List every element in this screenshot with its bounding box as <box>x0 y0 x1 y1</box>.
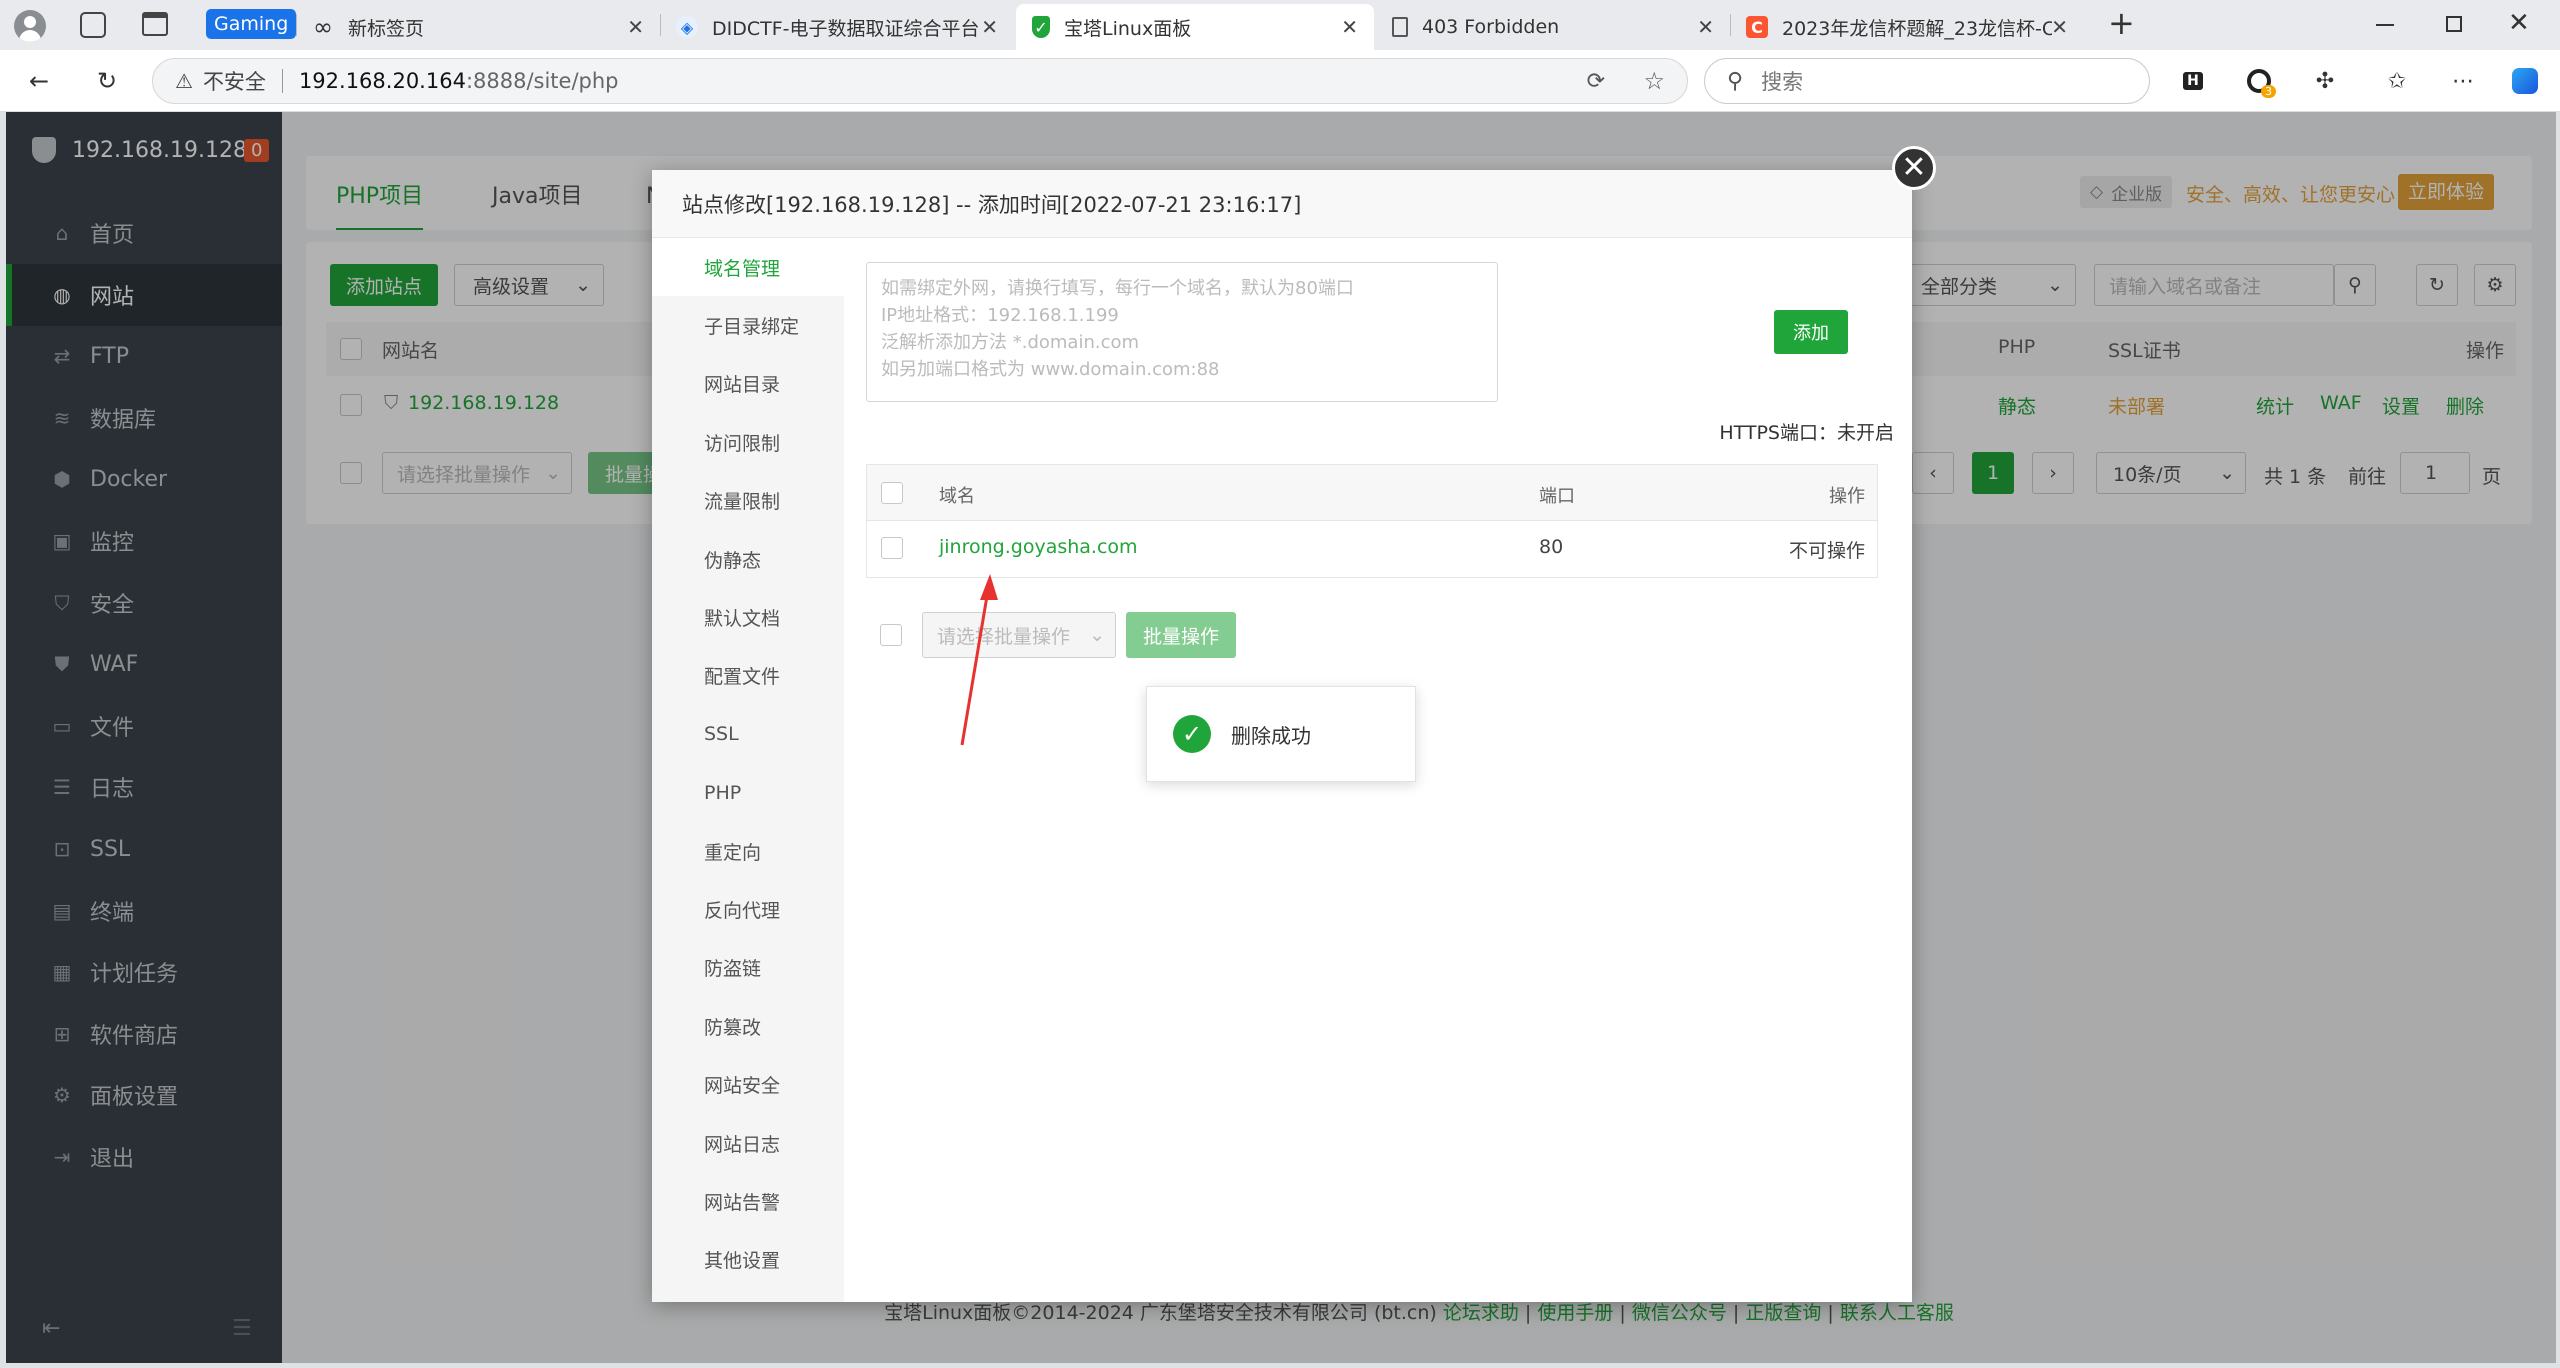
success-toast: ✓ 删除成功 <box>1146 686 1416 782</box>
restore-button[interactable] <box>2446 16 2462 32</box>
dialog-title: 站点修改[192.168.19.128] -- 添加时间[2022-07-21 … <box>652 170 1912 238</box>
security-label: 不安全 <box>202 70 266 94</box>
domain-table: 域名 端口 操作 jinrong.goyasha.com 80 不可操作 <box>866 464 1878 578</box>
dialog-menu-item-16[interactable]: 网站告警 <box>652 1172 844 1230</box>
col-port: 端口 <box>1539 486 1575 507</box>
batch-checkbox[interactable] <box>880 624 902 646</box>
url-host: 192.168.20.164 <box>298 69 466 93</box>
dialog-menu-item-14[interactable]: 网站安全 <box>652 1056 844 1114</box>
read-aloud-icon[interactable]: ⟳ <box>1587 69 1605 94</box>
check-circle-icon: ✓ <box>1173 715 1211 753</box>
address-bar-row: ← ↻ ⚠ 不安全 192.168.20.164 :8888/site/php … <box>0 50 2560 112</box>
url-path: :8888/site/php <box>465 69 619 93</box>
bt-panel-page: 192.168.19.128 0 ⌂ 首页 ◍ 网站 ⇄ FTP ≋ 数据库 ⬢ Docker ▣ 监… <box>6 112 2556 1363</box>
port-value: 80 <box>1539 536 1564 558</box>
dialog-menu-item-8[interactable]: SSL <box>652 705 844 763</box>
workspaces-icon[interactable] <box>80 12 106 38</box>
select-all-checkbox[interactable] <box>881 482 903 504</box>
more-icon[interactable]: ⋯ <box>2446 64 2480 98</box>
copilot-icon[interactable] <box>2508 64 2542 98</box>
search-placeholder: 搜索 <box>1761 70 1804 94</box>
dialog-menu-item-2[interactable]: 网站目录 <box>652 355 844 413</box>
minimize-button[interactable] <box>2376 24 2394 26</box>
h-extension-icon[interactable]: H <box>2176 64 2210 98</box>
dialog-menu-item-4[interactable]: 流量限制 <box>652 472 844 530</box>
search-field[interactable]: ⚲ 搜索 <box>1704 58 2150 104</box>
tab-csdn[interactable]: C 2023年龙信杯题解_23龙信杯-CSD ✕ <box>1730 4 2084 50</box>
tab-title: 2023年龙信杯题解_23龙信杯-CSD <box>1782 17 2052 40</box>
window-close-button[interactable]: ✕ <box>2508 8 2530 38</box>
tab-403[interactable]: 403 Forbidden ✕ <box>1376 4 1730 50</box>
domain-textarea[interactable]: 如需绑定外网，请换行填写，每行一个域名，默认为80端口 IP地址格式：192.1… <box>866 262 1498 402</box>
tab-didctf[interactable]: ◈ DIDCTF-电子数据取证综合平台 ✕ <box>660 4 1014 50</box>
csdn-icon: C <box>1746 16 1768 38</box>
tab-actions-icon[interactable] <box>142 12 168 36</box>
dialog-menu-item-6[interactable]: 默认文档 <box>652 588 844 646</box>
favorites-icon[interactable]: ✩ <box>2380 64 2414 98</box>
table-row: jinrong.goyasha.com 80 不可操作 <box>867 521 1877 577</box>
back-button[interactable]: ← <box>22 64 56 98</box>
dialog-menu-item-7[interactable]: 配置文件 <box>652 647 844 705</box>
hint-line: 如需绑定外网，请换行填写，每行一个域名，默认为80端口 <box>881 278 1354 299</box>
url-field[interactable]: ⚠ 不安全 192.168.20.164 :8888/site/php ⟳ ☆ <box>152 58 1688 104</box>
dialog-menu-item-11[interactable]: 反向代理 <box>652 880 844 938</box>
search-icon: ⚲ <box>1727 68 1744 94</box>
domain-link[interactable]: jinrong.goyasha.com <box>939 536 1138 558</box>
col-domain: 域名 <box>939 486 975 507</box>
close-icon[interactable]: ✕ <box>981 15 998 39</box>
tab-title: DIDCTF-电子数据取证综合平台 <box>712 17 980 40</box>
hint-line: 如另加端口格式为 www.domain.com:88 <box>881 359 1220 380</box>
tab-new-tab[interactable]: ∞ 新标签页 ✕ <box>296 4 660 50</box>
favorite-star-icon[interactable]: ☆ <box>1643 67 1665 95</box>
close-icon[interactable]: ✕ <box>627 15 644 39</box>
dialog-menu: 域名管理 子目录绑定 网站目录 访问限制 流量限制 伪静态 默认文档 配置文件 SSL PHP 重定… <box>652 238 844 1302</box>
annotation-arrow <box>960 574 998 746</box>
infinity-icon: ∞ <box>313 13 333 41</box>
badge-count: 3 <box>2261 85 2276 98</box>
tab-title: 403 Forbidden <box>1422 16 1560 38</box>
close-icon[interactable]: ✕ <box>1892 146 1936 190</box>
dialog-menu-item-12[interactable]: 防盗链 <box>652 939 844 997</box>
page-icon <box>1392 17 1408 37</box>
gaming-tab-group[interactable]: Gaming <box>206 9 297 39</box>
dialog-menu-item-1[interactable]: 子目录绑定 <box>652 296 844 354</box>
dialog-menu-item-10[interactable]: 重定向 <box>652 822 844 880</box>
dialog-menu-item-15[interactable]: 网站日志 <box>652 1114 844 1172</box>
extension-badge-icon[interactable]: 3 <box>2242 64 2276 98</box>
toast-message: 删除成功 <box>1231 723 1311 748</box>
new-tab-button[interactable]: + <box>2108 4 2135 42</box>
chevron-down-icon: ⌄ <box>1089 624 1105 646</box>
op-value: 不可操作 <box>1788 540 1865 562</box>
hint-line: 泛解析添加方法 *.domain.com <box>881 332 1140 353</box>
col-op: 操作 <box>1829 486 1865 507</box>
close-icon[interactable]: ✕ <box>1341 15 1358 39</box>
bt-shield-icon: ✓ <box>1032 16 1050 38</box>
refresh-button[interactable]: ↻ <box>90 64 124 98</box>
domain-table-header: 域名 端口 操作 <box>867 465 1877 521</box>
warning-icon: ⚠ <box>175 69 193 93</box>
dialog-menu-item-0[interactable]: 域名管理 <box>652 238 844 296</box>
tab-title: 宝塔Linux面板 <box>1064 17 1192 40</box>
dialog-menu-item-5[interactable]: 伪静态 <box>652 530 844 588</box>
hint-line: IP地址格式：192.168.1.199 <box>881 305 1119 326</box>
row-checkbox[interactable] <box>881 537 903 559</box>
dialog-menu-item-9[interactable]: PHP <box>652 764 844 822</box>
close-icon[interactable]: ✕ <box>2051 15 2068 39</box>
tab-title: 新标签页 <box>348 17 425 40</box>
add-domain-button[interactable]: 添加 <box>1774 310 1848 354</box>
dialog-menu-item-3[interactable]: 访问限制 <box>652 413 844 471</box>
browser-tab-bar: Gaming ∞ 新标签页 ✕ ◈ DIDCTF-电子数据取证综合平台 ✕ ✓ … <box>0 0 2560 50</box>
profile-icon[interactable] <box>14 10 46 42</box>
batch-button[interactable]: 批量操作 <box>1126 612 1236 658</box>
dialog-menu-item-13[interactable]: 防篡改 <box>652 997 844 1055</box>
https-port-status: HTTPS端口：未开启 <box>1719 422 1894 444</box>
dialog-menu-item-17[interactable]: 其他设置 <box>652 1231 844 1289</box>
didctf-icon: ◈ <box>676 16 698 38</box>
tab-baota[interactable]: ✓ 宝塔Linux面板 ✕ <box>1016 4 1374 50</box>
extensions-icon[interactable]: ✣ <box>2308 64 2342 98</box>
close-icon[interactable]: ✕ <box>1697 15 1714 39</box>
